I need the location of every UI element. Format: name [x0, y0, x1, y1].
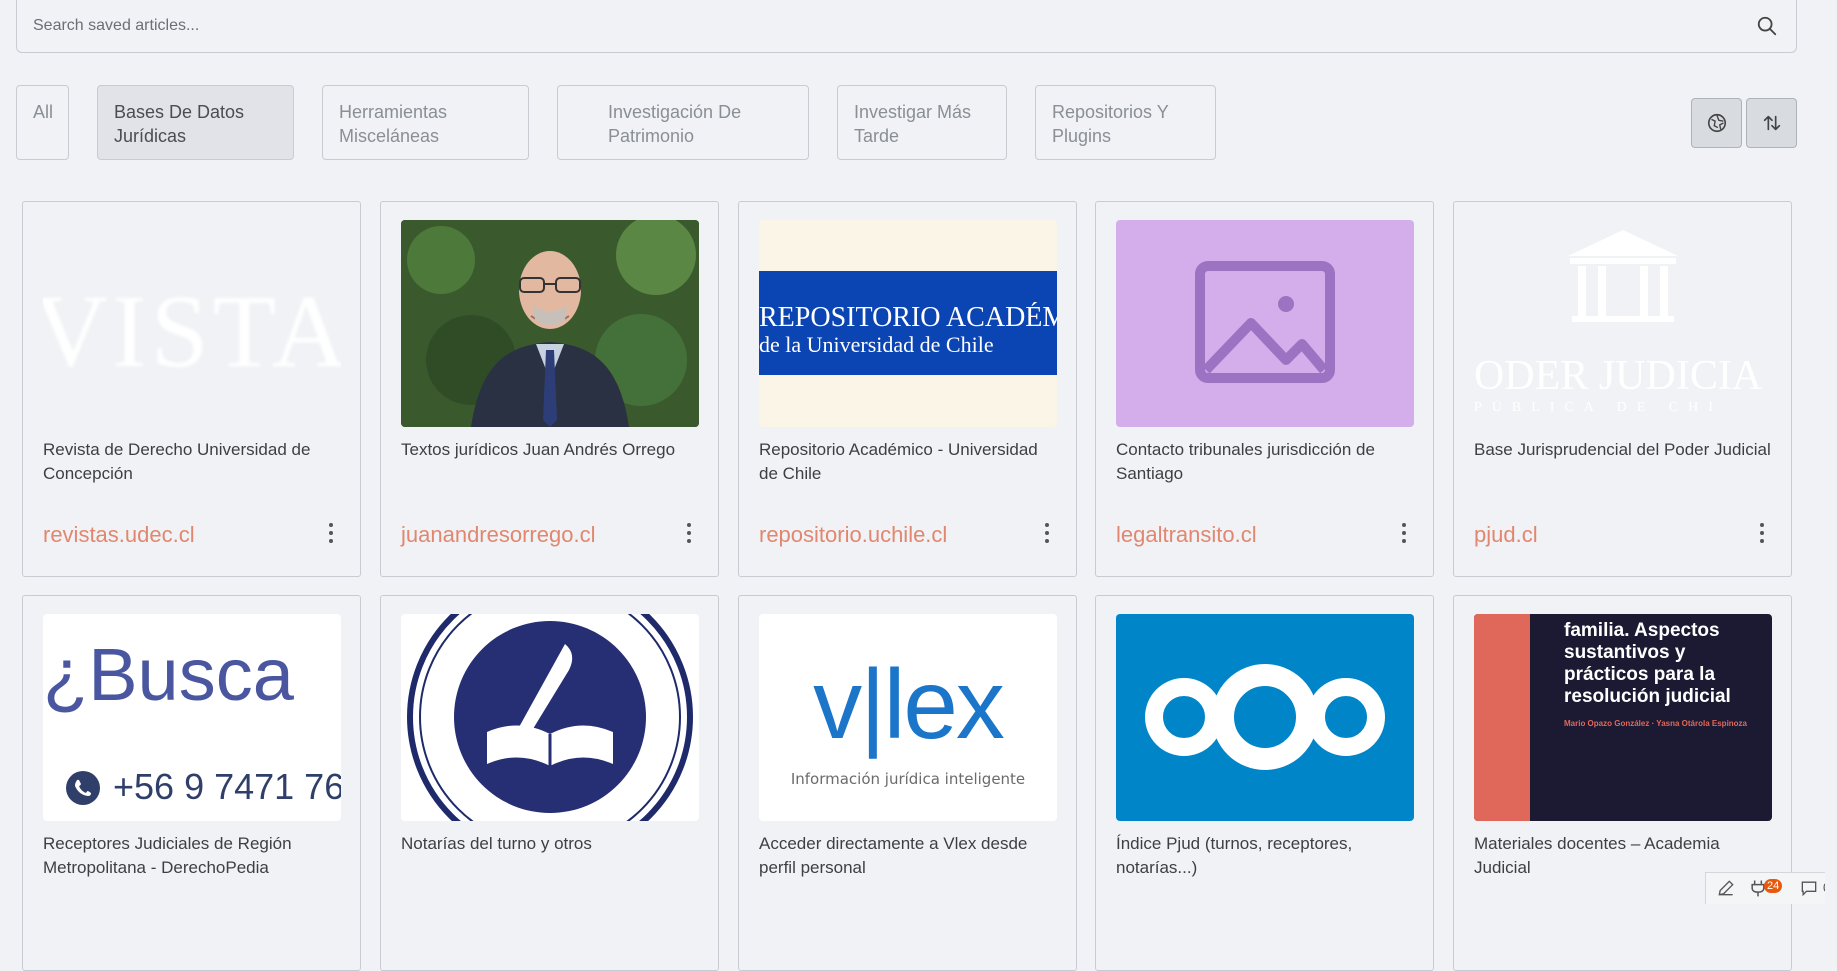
- article-card[interactable]: v|lex Información jurídica inteligente A…: [738, 595, 1077, 971]
- article-card[interactable]: familia. Aspectos sustantivos y práctico…: [1453, 595, 1792, 971]
- card-title[interactable]: Acceder directamente a Vlex desde perfil…: [759, 832, 1059, 880]
- card-title[interactable]: Receptores Judiciales de Región Metropol…: [43, 832, 343, 880]
- sort-button[interactable]: [1746, 98, 1797, 148]
- comments-icon[interactable]: [1799, 878, 1819, 898]
- card-thumbnail: familia. Aspectos sustantivos y práctico…: [1474, 614, 1772, 821]
- card-thumbnail: [1116, 614, 1414, 821]
- card-thumbnail: v|lex Información jurídica inteligente: [759, 614, 1057, 821]
- more-options-icon[interactable]: [326, 520, 336, 546]
- card-title[interactable]: Textos jurídicos Juan Andrés Orrego: [401, 438, 701, 462]
- more-options-icon[interactable]: [1757, 520, 1767, 546]
- filter-chip-repositorios[interactable]: Repositorios Y Plugins: [1035, 85, 1216, 160]
- article-card[interactable]: ¿Busca +56 9 7471 76 Receptores Judicial…: [22, 595, 361, 971]
- search-input[interactable]: [17, 0, 1796, 52]
- search-bar: [16, 0, 1797, 53]
- view-toggle-icon: [1707, 113, 1726, 133]
- card-thumbnail: [1116, 220, 1414, 427]
- filter-chip-label: All: [33, 102, 54, 122]
- filter-chip-label: Bases De Datos Jurídicas: [114, 102, 245, 146]
- filter-chip-patrimonio[interactable]: Investigación De Patrimonio: [557, 85, 809, 160]
- card-title[interactable]: Base Jurisprudencial del Poder Judicial: [1474, 438, 1774, 462]
- whatsapp-icon: [66, 771, 100, 805]
- filter-chip-bases-de-datos[interactable]: Bases De Datos Jurídicas: [97, 85, 294, 160]
- thumbnail-wordmark: VISTA: [43, 274, 341, 389]
- card-thumbnail: [401, 220, 699, 427]
- thumbnail-wordmark: ¿Busca: [43, 633, 294, 716]
- vlex-wordmark: v|lex: [813, 649, 1005, 759]
- article-card[interactable]: Textos jurídicos Juan Andrés Orrego juan…: [380, 201, 719, 577]
- thumbnail-wordmark: ODER JUDICIA: [1474, 353, 1763, 399]
- filter-chip-all[interactable]: All: [16, 85, 69, 160]
- courthouse-logo: [1568, 230, 1678, 322]
- card-title[interactable]: Repositorio Académico - Universidad de C…: [759, 438, 1059, 486]
- notary-seal-logo: [407, 614, 693, 821]
- card-title[interactable]: Notarías del turno y otros: [401, 832, 701, 856]
- book-title: familia. Aspectos sustantivos y práctico…: [1564, 620, 1731, 707]
- filter-chip-label: Repositorios Y Plugins: [1052, 102, 1169, 146]
- card-title[interactable]: Revista de Derecho Universidad de Concep…: [43, 438, 343, 486]
- card-domain[interactable]: legaltransito.cl: [1116, 522, 1257, 548]
- more-options-icon[interactable]: [684, 520, 694, 546]
- card-thumbnail: ¿Busca +56 9 7471 76: [43, 614, 341, 821]
- article-card[interactable]: VISTA Revista de Derecho Universidad de …: [22, 201, 361, 577]
- filter-chip-label: Investigación De Patrimonio: [608, 102, 742, 146]
- article-card[interactable]: ODER JUDICIA PÚBLICA DE CHI Base Jurispr…: [1453, 201, 1792, 577]
- edit-icon[interactable]: [1716, 878, 1736, 898]
- image-placeholder-icon: [1195, 261, 1335, 383]
- article-card[interactable]: Contacto tribunales jurisdicción de Sant…: [1095, 201, 1434, 577]
- card-thumbnail: [401, 614, 699, 821]
- thumbnail-phone: +56 9 7471 76: [113, 766, 341, 807]
- card-domain[interactable]: juanandresorrego.cl: [401, 522, 595, 548]
- filter-chip-label: Investigar Más Tarde: [854, 102, 972, 146]
- thumbnail-subtext: PÚBLICA DE CHI: [1474, 400, 1723, 415]
- article-card[interactable]: REPOSITORIO ACADÉM de la Universidad de …: [738, 201, 1077, 577]
- banner-subtitle: de la Universidad de Chile: [759, 332, 994, 357]
- scrollbar[interactable]: [1825, 0, 1837, 904]
- person-photo: [401, 220, 699, 427]
- card-domain[interactable]: repositorio.uchile.cl: [759, 522, 947, 548]
- nextcloud-logo: [1145, 664, 1385, 770]
- vlex-tagline: Información jurídica inteligente: [790, 770, 1026, 788]
- card-domain[interactable]: revistas.udec.cl: [43, 522, 195, 548]
- more-options-icon[interactable]: [1042, 520, 1052, 546]
- card-thumbnail: VISTA: [43, 220, 341, 427]
- book-spine: [1474, 614, 1530, 821]
- filter-chip-herramientas[interactable]: Herramientas Misceláneas: [322, 85, 529, 160]
- filter-chip-investigar[interactable]: Investigar Más Tarde: [837, 85, 1007, 160]
- status-bar: 24 0: [1705, 872, 1837, 904]
- more-options-icon[interactable]: [1399, 520, 1409, 546]
- article-card[interactable]: Índice Pjud (turnos, receptores, notaría…: [1095, 595, 1434, 971]
- card-thumbnail: REPOSITORIO ACADÉM de la Universidad de …: [759, 220, 1057, 427]
- card-domain[interactable]: pjud.cl: [1474, 522, 1538, 548]
- view-toggle-button[interactable]: [1691, 98, 1742, 148]
- banner-title: REPOSITORIO ACADÉM: [759, 302, 1057, 333]
- card-title[interactable]: Contacto tribunales jurisdicción de Sant…: [1116, 438, 1416, 486]
- filter-chip-label: Herramientas Misceláneas: [339, 102, 448, 146]
- book-authors: Mario Opazo González · Yasna Otárola Esp…: [1564, 719, 1748, 728]
- plugins-badge: 24: [1764, 879, 1783, 893]
- article-card[interactable]: Notarías del turno y otros: [380, 595, 719, 971]
- sort-icon: [1763, 115, 1780, 131]
- card-title[interactable]: Índice Pjud (turnos, receptores, notaría…: [1116, 832, 1416, 880]
- card-thumbnail: ODER JUDICIA PÚBLICA DE CHI: [1474, 220, 1772, 427]
- search-icon[interactable]: [1756, 15, 1778, 37]
